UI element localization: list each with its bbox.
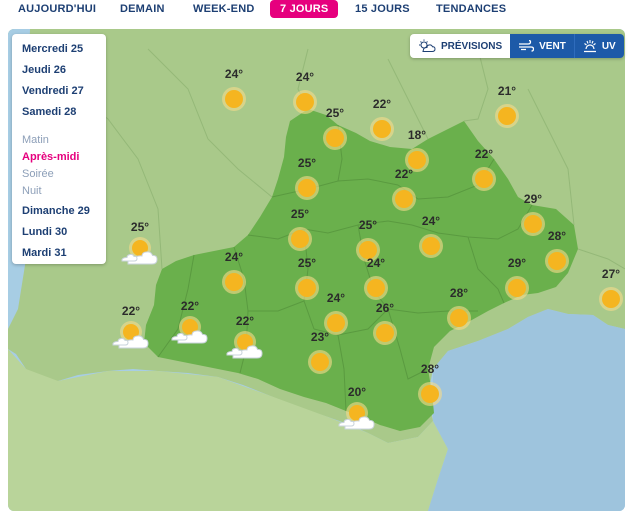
sun-icon (487, 98, 527, 139)
forecast-tab-bar: AUJOURD'HUI DEMAIN WEEK-END 7 JOURS 15 J… (0, 0, 633, 22)
sun-icon (411, 228, 451, 269)
day-saturday-28[interactable]: Samedi 28 (22, 105, 106, 126)
tab-trends[interactable]: TENDANCES (432, 3, 510, 15)
uv-mode-button[interactable]: UV (573, 34, 624, 58)
weather-marker[interactable]: 22° (460, 147, 508, 195)
temperature-label: 18° (407, 128, 427, 142)
sun-icon (537, 243, 577, 284)
temperature-label: 29° (507, 256, 527, 270)
temperature-label: 28° (420, 362, 440, 376)
weather-marker[interactable]: 25° (276, 207, 324, 255)
sun-icon (287, 170, 327, 211)
partly-cloudy-icon (111, 318, 151, 359)
uv-sun-icon (583, 39, 597, 53)
forecast-mode-label: PRÉVISIONS (441, 40, 503, 52)
temperature-label: 21° (497, 84, 517, 98)
temperature-label: 24° (326, 291, 346, 305)
weather-marker[interactable]: 28° (406, 362, 454, 410)
weather-marker[interactable]: 21° (483, 84, 531, 132)
partly-cloudy-icon (120, 234, 160, 275)
temperature-label: 24° (224, 250, 244, 264)
tab-tomorrow[interactable]: DEMAIN (116, 3, 169, 15)
temperature-label: 26° (375, 301, 395, 315)
temperature-label: 24° (421, 214, 441, 228)
sun-icon (464, 161, 504, 202)
day-friday-27[interactable]: Vendredi 27 (22, 84, 106, 105)
temperature-label: 22° (235, 314, 255, 328)
weather-marker[interactable]: 22° (221, 314, 269, 362)
temperature-label: 28° (547, 229, 567, 243)
period-morning[interactable]: Matin (22, 133, 106, 150)
temperature-label: 25° (130, 220, 150, 234)
temperature-label: 24° (295, 70, 315, 84)
tab-weekend[interactable]: WEEK-END (189, 3, 259, 15)
temperature-label: 22° (394, 167, 414, 181)
temperature-label: 23° (310, 330, 330, 344)
day-sunday-29[interactable]: Dimanche 29 (22, 204, 106, 225)
tab-7-days[interactable]: 7 JOURS (270, 0, 339, 18)
weather-marker[interactable]: 28° (435, 286, 483, 334)
temperature-label: 27° (601, 267, 621, 281)
temperature-label: 25° (297, 156, 317, 170)
sun-icon (315, 120, 355, 161)
temperature-label: 29° (523, 192, 543, 206)
partly-cloudy-icon (225, 328, 265, 369)
weather-marker[interactable]: 24° (210, 250, 258, 298)
period-evening[interactable]: Soirée (22, 167, 106, 184)
day-monday-30[interactable]: Lundi 30 (22, 225, 106, 246)
cloud-sun-icon (418, 39, 436, 53)
weather-marker[interactable]: 22° (107, 304, 155, 352)
temperature-label: 24° (224, 67, 244, 81)
temperature-label: 22° (180, 299, 200, 313)
weather-marker[interactable]: 27° (587, 267, 633, 315)
weather-marker[interactable]: 25° (283, 156, 331, 204)
sun-icon (214, 264, 254, 305)
map-mode-toggle: PRÉVISIONS VENT UV (410, 34, 624, 58)
period-afternoon[interactable]: Après-midi (22, 150, 106, 167)
weather-marker[interactable]: 26° (361, 301, 409, 349)
temperature-label: 25° (325, 106, 345, 120)
partly-cloudy-icon (170, 313, 210, 354)
sun-icon (410, 376, 450, 417)
weather-marker[interactable]: 29° (493, 256, 541, 304)
tab-today[interactable]: AUJOURD'HUI (14, 3, 100, 15)
wind-mode-button[interactable]: VENT (510, 34, 574, 58)
wind-icon (518, 40, 535, 52)
sun-icon (439, 300, 479, 341)
temperature-label: 25° (290, 207, 310, 221)
weather-marker[interactable]: 24° (210, 67, 258, 115)
wind-mode-label: VENT (539, 40, 566, 52)
sun-icon (214, 81, 254, 122)
weather-marker[interactable]: 23° (296, 330, 344, 378)
weather-marker[interactable]: 25° (311, 106, 359, 154)
uv-mode-label: UV (601, 40, 616, 52)
day-selector-panel: Mercredi 25 Jeudi 26 Vendredi 27 Samedi … (12, 34, 106, 264)
day-thursday-26[interactable]: Jeudi 26 (22, 63, 106, 84)
partly-cloudy-icon (337, 399, 377, 440)
sun-icon (365, 315, 405, 356)
forecast-mode-button[interactable]: PRÉVISIONS (410, 34, 511, 58)
temperature-label: 25° (297, 256, 317, 270)
temperature-label: 22° (121, 304, 141, 318)
sun-icon (497, 270, 537, 311)
temperature-label: 28° (449, 286, 469, 300)
temperature-label: 22° (372, 97, 392, 111)
day-wednesday-25[interactable]: Mercredi 25 (22, 42, 106, 63)
temperature-label: 24° (366, 256, 386, 270)
weather-marker[interactable]: 22° (380, 167, 428, 215)
sun-icon (300, 344, 340, 385)
weather-marker[interactable]: 20° (333, 385, 381, 433)
temperature-label: 20° (347, 385, 367, 399)
weather-marker[interactable]: 22° (166, 299, 214, 347)
sun-icon (591, 281, 631, 322)
day-tuesday-31[interactable]: Mardi 31 (22, 246, 106, 267)
weather-marker[interactable]: 24° (407, 214, 455, 262)
temperature-label: 25° (358, 218, 378, 232)
temperature-label: 22° (474, 147, 494, 161)
tab-15-days[interactable]: 15 JOURS (351, 3, 414, 15)
weather-marker[interactable]: 25° (116, 220, 164, 268)
period-night[interactable]: Nuit (22, 184, 106, 201)
